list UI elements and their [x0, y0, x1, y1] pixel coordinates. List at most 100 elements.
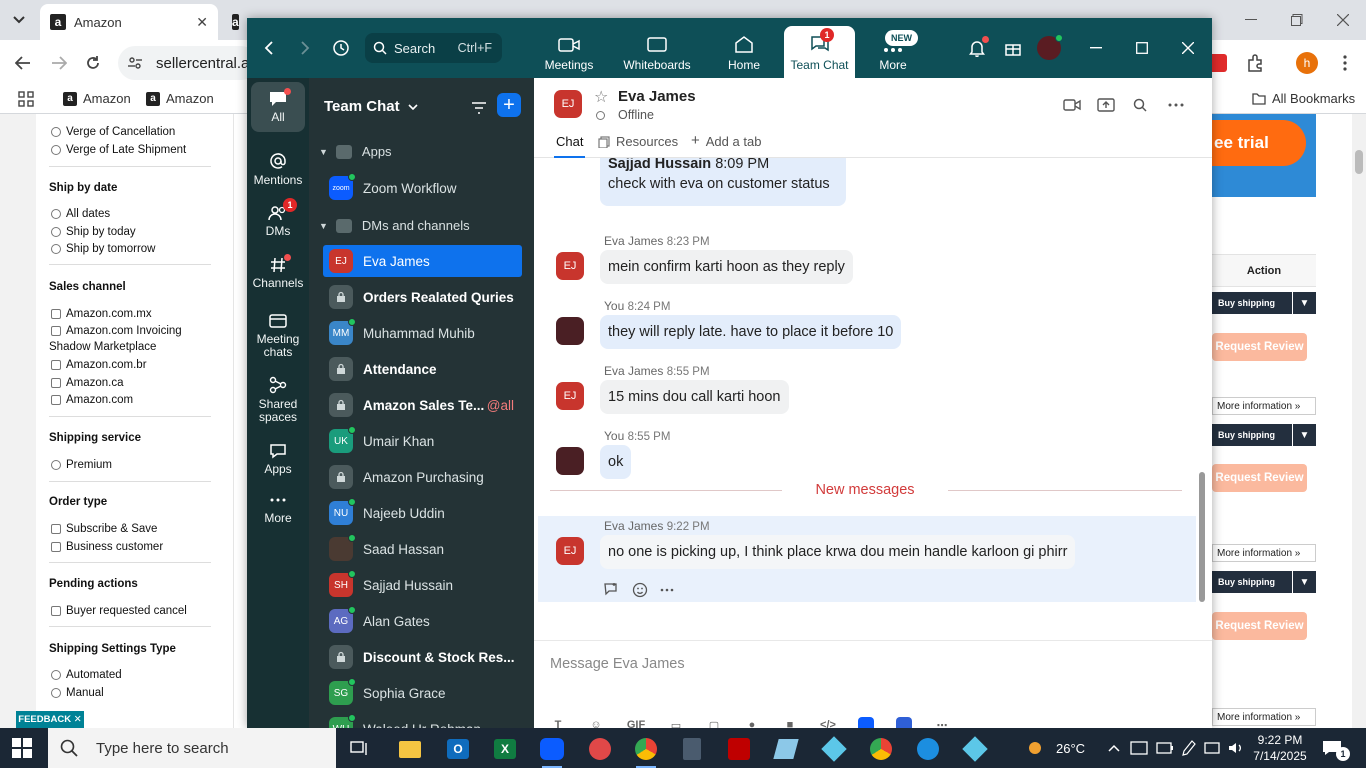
nav-shared-spaces[interactable]: Shared spaces: [251, 370, 305, 430]
tab-chat[interactable]: Chat: [554, 134, 586, 158]
chat-scrollbar[interactable]: [1198, 158, 1206, 644]
network-icon[interactable]: [1204, 728, 1222, 768]
history-icon[interactable]: [329, 36, 353, 60]
emoji-reaction-icon[interactable]: [632, 582, 648, 598]
star-icon[interactable]: ☆: [594, 87, 608, 107]
sidebar-item[interactable]: MM Muhammad Muhib: [323, 317, 522, 349]
sidebar-item[interactable]: Discount & Stock Res...: [323, 641, 522, 673]
message-input[interactable]: [550, 653, 1190, 675]
filter-check-amazon-invoicing[interactable]: Amazon.com Invoicing: [51, 325, 182, 337]
zoom-maximize-button[interactable]: [1127, 34, 1157, 62]
sidebar-item[interactable]: SH Sajjad Hussain: [323, 569, 522, 601]
request-review-button[interactable]: Request Review: [1212, 333, 1307, 361]
tab-home[interactable]: Home: [723, 26, 765, 78]
chat-contact-avatar[interactable]: EJ: [554, 90, 582, 118]
more-information-link[interactable]: More information »: [1212, 708, 1316, 726]
weather-widget[interactable]: 26°C: [1026, 728, 1085, 768]
code-icon[interactable]: </>: [820, 717, 836, 728]
buy-shipping-button[interactable]: Buy shipping ▼: [1212, 424, 1316, 446]
bookmark-amazon-2[interactable]: a Amazon: [146, 91, 214, 106]
new-chat-button[interactable]: +: [497, 93, 521, 117]
zoom-minimize-button[interactable]: [1081, 34, 1111, 62]
sidebar-item-zoom-workflow[interactable]: zoom Zoom Workflow: [323, 172, 522, 204]
request-review-button[interactable]: Request Review: [1212, 612, 1307, 640]
search-icon[interactable]: [1130, 96, 1150, 114]
taskbar-clock[interactable]: 9:22 PM 7/14/2025: [1250, 732, 1310, 764]
filter-radio-verge-late-shipment[interactable]: Verge of Late Shipment: [51, 144, 186, 156]
app-icon[interactable]: [770, 734, 802, 764]
calculator-icon[interactable]: [676, 734, 708, 764]
sidebar-item[interactable]: NU Najeeb Uddin: [323, 497, 522, 529]
gif-button[interactable]: GIF: [626, 717, 646, 728]
zoom-search-bar[interactable]: Search Ctrl+F: [365, 33, 502, 63]
sidebar-item[interactable]: Amazon Sales Te... @all: [323, 389, 522, 421]
tab-add-a-tab[interactable]: + Add a tab: [691, 133, 761, 158]
message-avatar[interactable]: [556, 447, 584, 475]
filter-radio-verge-cancellation[interactable]: Verge of Cancellation: [51, 126, 175, 138]
message-avatar[interactable]: EJ: [556, 537, 584, 565]
filter-radio-premium[interactable]: Premium: [51, 459, 112, 471]
nav-meeting-chats[interactable]: Meeting chats: [251, 306, 305, 366]
screenshot-icon[interactable]: ▢: [706, 717, 722, 729]
filter-radio-ship-today[interactable]: Ship by today: [51, 226, 136, 238]
browser-close-button[interactable]: [1320, 0, 1366, 40]
sidebar-item[interactable]: WUWaleed Ur Rehman: [323, 713, 522, 728]
notification-center-icon[interactable]: 1: [1322, 728, 1356, 768]
feedback-button[interactable]: FEEDBACK ✕: [16, 711, 84, 728]
forward-arrow-icon[interactable]: [44, 48, 74, 78]
nav-more[interactable]: More: [251, 486, 305, 536]
chrome-taskbar-icon[interactable]: [630, 734, 662, 768]
apps-grid-icon[interactable]: [18, 91, 34, 107]
filter-check-amazon-mx[interactable]: Amazon.com.mx: [51, 308, 152, 320]
app-taskbar-icon[interactable]: [584, 734, 616, 764]
sidebar-item[interactable]: Attendance: [323, 353, 522, 385]
video-clip-icon[interactable]: ■: [782, 717, 798, 728]
reload-icon[interactable]: [78, 48, 108, 78]
request-review-button[interactable]: Request Review: [1212, 464, 1307, 492]
filter-check-buyer-cancel[interactable]: Buyer requested cancel: [51, 605, 187, 617]
mic-icon[interactable]: ●: [744, 717, 760, 728]
volume-icon[interactable]: [1228, 728, 1244, 768]
nav-mentions[interactable]: Mentions: [251, 144, 305, 194]
section-apps[interactable]: ▼ Apps: [319, 144, 392, 159]
buy-shipping-button[interactable]: Buy shipping ▼: [1212, 571, 1316, 593]
bell-icon[interactable]: [965, 36, 989, 60]
edge-icon[interactable]: [912, 734, 944, 764]
tray-chevron-up-icon[interactable]: [1108, 728, 1120, 768]
more-options-icon[interactable]: [1166, 96, 1186, 114]
sidebar-item[interactable]: Saad Hassan: [323, 533, 522, 565]
app-icon[interactable]: [959, 734, 991, 764]
page-scrollbar[interactable]: [1352, 114, 1366, 728]
section-dms-channels[interactable]: ▼ DMs and channels: [319, 218, 470, 233]
browser-maximize-button[interactable]: [1274, 0, 1320, 40]
emoji-icon[interactable]: ☺: [588, 717, 604, 728]
filter-check-amazon-com[interactable]: Amazon.com: [51, 394, 133, 406]
filter-check-amazon-br[interactable]: Amazon.com.br: [51, 359, 147, 371]
browser-minimize-button[interactable]: [1228, 0, 1274, 40]
gift-icon[interactable]: [1001, 36, 1025, 60]
back-arrow-icon[interactable]: [8, 48, 38, 78]
nav-channels[interactable]: Channels: [251, 248, 305, 298]
meet-now-icon[interactable]: [1130, 728, 1148, 768]
nav-all[interactable]: All: [251, 82, 305, 132]
more-icon[interactable]: ⋯: [934, 717, 950, 729]
browser-tab-amazon[interactable]: a Amazon ✕: [40, 4, 218, 40]
pen-icon[interactable]: [1182, 728, 1196, 768]
filter-radio-all-dates[interactable]: All dates: [51, 208, 110, 220]
tab-meetings[interactable]: Meetings: [535, 26, 603, 78]
tab-more[interactable]: More NEW: [875, 26, 918, 78]
task-view-icon[interactable]: [344, 734, 376, 764]
sidebar-item[interactable]: EJ Eva James: [323, 245, 522, 277]
free-trial-button[interactable]: ee trial: [1212, 120, 1306, 166]
tab-team-chat[interactable]: Team Chat 1: [784, 26, 855, 78]
battery-icon[interactable]: [1156, 728, 1174, 768]
sidebar-item[interactable]: UK Umair Khan: [323, 425, 522, 457]
address-bar[interactable]: sellercentral.an: [118, 46, 258, 80]
app-icon[interactable]: [818, 734, 850, 764]
more-options-icon[interactable]: [660, 582, 674, 596]
sidebar-item[interactable]: SG Sophia Grace: [323, 677, 522, 709]
sidebar-item[interactable]: AG Alan Gates: [323, 605, 522, 637]
share-screen-icon[interactable]: [1096, 96, 1116, 114]
app2-icon[interactable]: [896, 717, 912, 728]
browser-tab-inactive[interactable]: a: [222, 4, 248, 40]
